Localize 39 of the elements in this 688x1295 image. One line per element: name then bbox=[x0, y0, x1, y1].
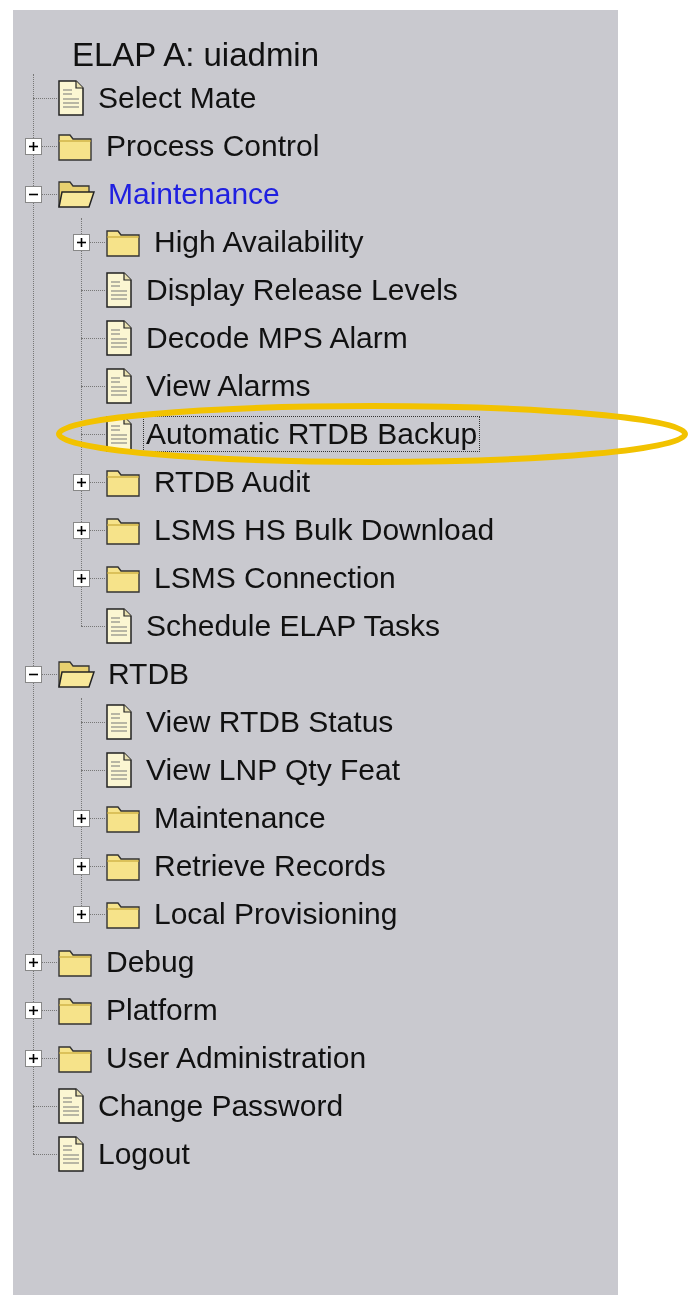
tree-item-link[interactable]: Schedule ELAP Tasks bbox=[143, 608, 444, 644]
tree-item-link[interactable]: Maintenance bbox=[105, 176, 283, 212]
tree-item-link[interactable]: Debug bbox=[103, 944, 198, 980]
tree-item-link[interactable]: Retrieve Records bbox=[151, 848, 389, 884]
expand-icon[interactable] bbox=[24, 137, 42, 155]
expand-icon[interactable] bbox=[72, 857, 90, 875]
tree-item-link[interactable]: High Availability bbox=[151, 224, 367, 260]
collapse-icon[interactable] bbox=[24, 665, 42, 683]
expand-icon[interactable] bbox=[72, 473, 90, 491]
expand-icon[interactable] bbox=[24, 1049, 42, 1067]
open-folder-icon bbox=[57, 658, 95, 690]
tree-item-link[interactable]: User Administration bbox=[103, 1040, 370, 1076]
expand-icon[interactable] bbox=[72, 521, 90, 539]
tree-item-link[interactable]: Process Control bbox=[103, 128, 323, 164]
tree-item-link[interactable]: Automatic RTDB Backup bbox=[143, 416, 481, 452]
panel-title: ELAP A: uiadmin bbox=[72, 36, 320, 74]
tree-item-link[interactable]: LSMS Connection bbox=[151, 560, 399, 596]
expand-icon[interactable] bbox=[72, 809, 90, 827]
tree-item-link[interactable]: Local Provisioning bbox=[151, 896, 401, 932]
tree-item-link[interactable]: RTDB bbox=[105, 656, 193, 692]
tree-item-link[interactable]: Logout bbox=[95, 1136, 193, 1172]
tree-item-link[interactable]: Decode MPS Alarm bbox=[143, 320, 411, 356]
tree-item-link[interactable]: Platform bbox=[103, 992, 221, 1028]
expand-icon[interactable] bbox=[72, 905, 90, 923]
tree-item-link[interactable]: RTDB Audit bbox=[151, 464, 314, 500]
tree-item-link[interactable]: View RTDB Status bbox=[143, 704, 397, 740]
expand-icon[interactable] bbox=[72, 233, 90, 251]
open-folder-icon bbox=[57, 178, 95, 210]
collapse-icon[interactable] bbox=[24, 185, 42, 203]
tree-item-link[interactable]: View Alarms bbox=[143, 368, 314, 404]
expand-icon[interactable] bbox=[24, 1001, 42, 1019]
tree-item-link[interactable]: Select Mate bbox=[95, 80, 260, 116]
tree-item-link[interactable]: Maintenance bbox=[151, 800, 329, 836]
expand-icon[interactable] bbox=[24, 953, 42, 971]
expand-icon[interactable] bbox=[72, 569, 90, 587]
tree-item-link[interactable]: Change Password bbox=[95, 1088, 347, 1124]
tree-item-link[interactable]: View LNP Qty Feat bbox=[143, 752, 403, 788]
tree-item-link[interactable]: Display Release Levels bbox=[143, 272, 461, 308]
tree-item-link[interactable]: LSMS HS Bulk Download bbox=[151, 512, 498, 548]
